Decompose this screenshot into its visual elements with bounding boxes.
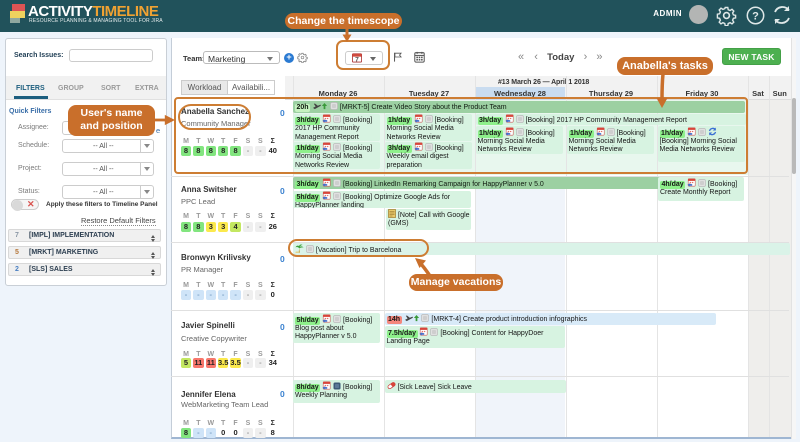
svg-text:?: ? bbox=[752, 11, 759, 23]
